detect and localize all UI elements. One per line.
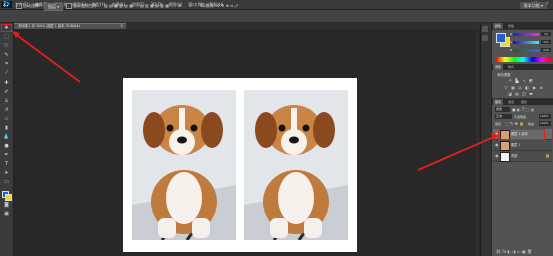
annotation-arrows bbox=[12, 31, 499, 171]
arrow-to-move-tool bbox=[13, 32, 81, 83]
arrow-head-icon bbox=[491, 133, 499, 140]
arrow-to-layer bbox=[417, 135, 497, 171]
